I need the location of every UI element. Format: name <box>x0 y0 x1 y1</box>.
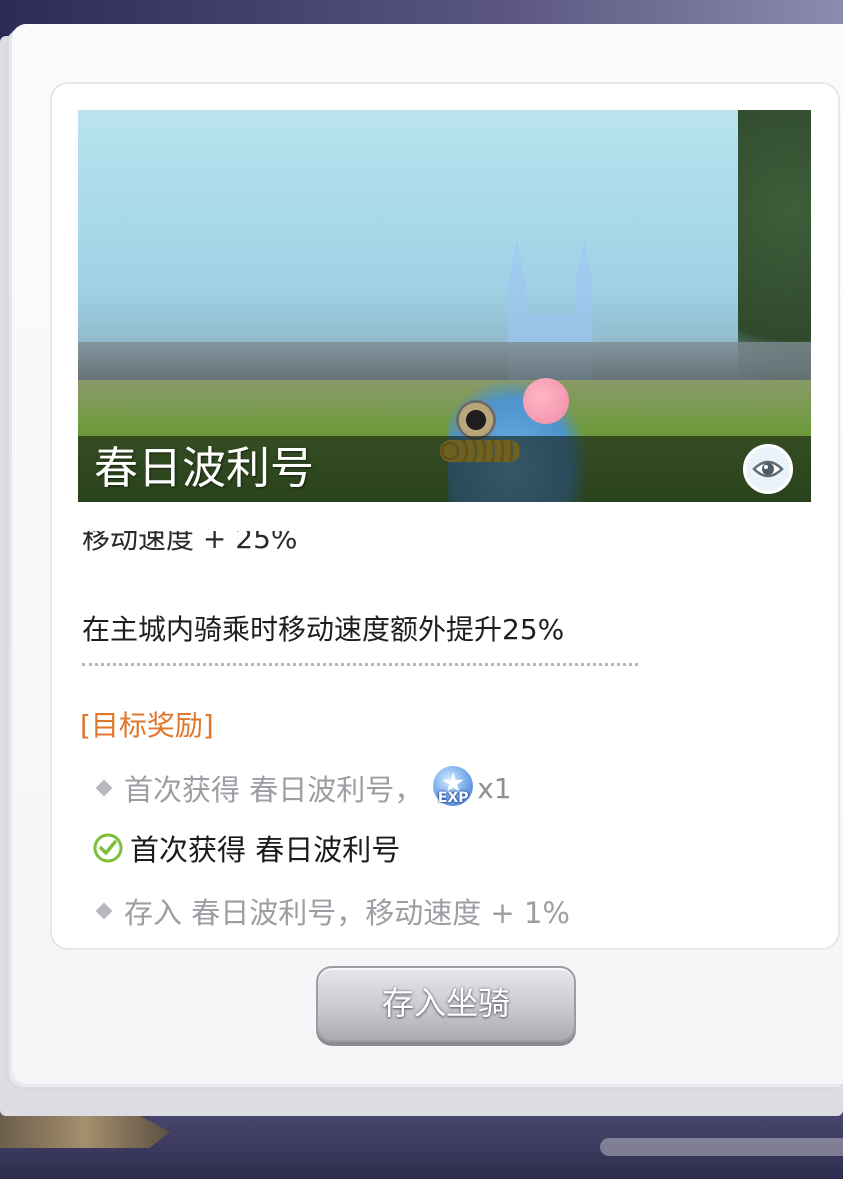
reward-item-store-mount: 存入 春日波利号，移动速度 + 1% <box>92 889 570 933</box>
reward-item-text: 存入 春日波利号，移动速度 + 1% <box>124 896 570 930</box>
scooter-headlight <box>456 400 496 440</box>
mount-description: 在主城内骑乘时移动速度额外提升25% <box>82 613 565 646</box>
reward-item-text: 首次获得 春日波利号， <box>124 773 424 807</box>
reward-quantity: x1 <box>477 771 512 805</box>
rewards-section-title: [目标奖励] <box>80 709 214 742</box>
eye-icon <box>752 460 784 478</box>
diamond-bullet-icon <box>95 902 113 920</box>
dotted-divider <box>82 663 638 666</box>
mount-name: 春日波利号 <box>94 443 314 494</box>
exp-icon-label: EXP <box>437 790 469 806</box>
mount-preview: 春日波利号 <box>78 110 811 502</box>
diamond-bullet-icon <box>95 779 113 797</box>
exp-icon: EXP <box>431 766 475 810</box>
preview-eye-button[interactable] <box>743 444 793 494</box>
check-icon <box>93 833 123 863</box>
reward-item-text: 首次获得 春日波利号 <box>130 833 401 867</box>
background-scroll-bar <box>600 1138 843 1156</box>
speed-bonus-label: 移动速度 + 25% <box>82 531 298 555</box>
wall-background <box>78 342 811 380</box>
speed-bonus-text: 移动速度 + 25% <box>82 531 298 563</box>
store-mount-button[interactable]: 存入坐骑 <box>316 966 576 1042</box>
reward-item-first-obtain: 首次获得 春日波利号 <box>92 826 400 870</box>
rider-character <box>523 378 569 424</box>
reward-item-first-obtain-exp: 首次获得 春日波利号， EXP x1 <box>92 766 512 810</box>
